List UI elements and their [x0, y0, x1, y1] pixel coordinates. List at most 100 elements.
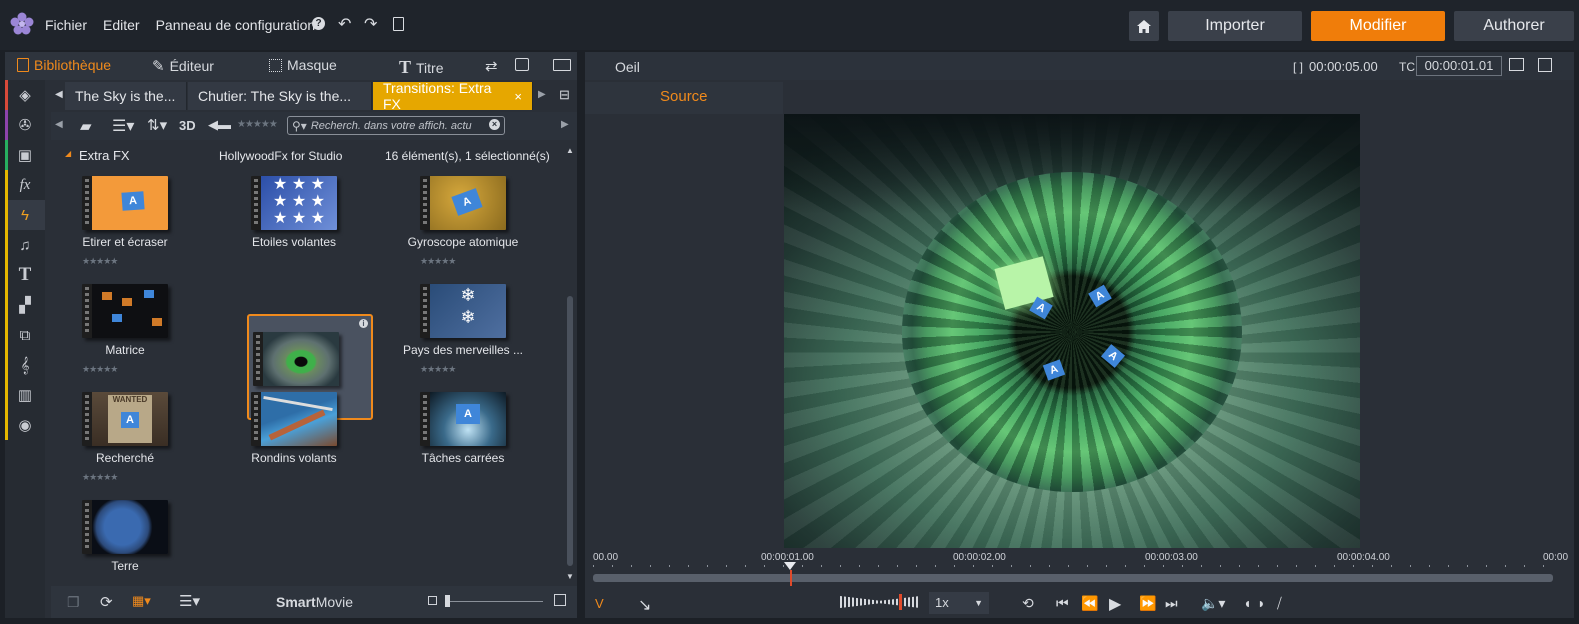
- authorer-button[interactable]: Authorer: [1454, 11, 1574, 41]
- search-input[interactable]: ⚲▾ Recherch. dans votre affich. actu ×: [287, 116, 505, 135]
- sidebar-item-music[interactable]: 𝄞: [5, 350, 45, 380]
- smartmovie-button[interactable]: SmartMovie: [276, 594, 353, 610]
- tab-transitions-extra-fx[interactable]: Transitions: Extra FX ×: [373, 80, 533, 112]
- sidebar-item-audio[interactable]: ♫: [5, 230, 45, 260]
- clear-search-icon[interactable]: ×: [489, 119, 500, 130]
- rating-stars[interactable]: ★★★★★: [420, 364, 456, 375]
- shuttle-control[interactable]: [840, 596, 920, 608]
- tab-titre[interactable]: T Titre: [399, 57, 444, 78]
- timecode-field[interactable]: 00:00:01.01: [1416, 56, 1502, 76]
- help-icon[interactable]: ?: [312, 17, 325, 30]
- list-item[interactable]: WANTED A Recherché ★★★★★: [54, 384, 180, 488]
- insert-arrow-icon[interactable]: ↘: [638, 595, 651, 615]
- speed-select[interactable]: 1x ▼: [929, 592, 989, 614]
- rating-stars[interactable]: ★★★★★: [82, 364, 118, 375]
- menu-panneau-config[interactable]: Panneau de configuration: [156, 17, 316, 33]
- source-label[interactable]: Source: [660, 88, 708, 105]
- redo-icon[interactable]: ↷: [364, 14, 377, 34]
- shuttle-marker[interactable]: [899, 594, 902, 610]
- sidebar-item-disc[interactable]: ◉: [5, 410, 45, 440]
- scrub-bar[interactable]: [593, 574, 1553, 582]
- clear-marks-icon[interactable]: ⧸: [1277, 595, 1282, 612]
- mark-in-icon[interactable]: ◖: [1243, 595, 1251, 611]
- sidebar-item-projects[interactable]: ◈: [5, 80, 45, 110]
- list-item[interactable]: A Tâches carrées: [392, 384, 518, 488]
- loop-icon[interactable]: ⟲: [1022, 595, 1034, 612]
- list-item[interactable]: ❄ ❄ Pays des merveilles ... ★★★★★: [392, 276, 523, 380]
- sidebar-item-media[interactable]: ✇: [5, 110, 45, 140]
- collapse-triangle-icon[interactable]: ◢: [65, 149, 71, 158]
- video-preview[interactable]: A A A A: [784, 114, 1360, 548]
- tab-bibliotheque[interactable]: Bibliothèque: [17, 57, 111, 73]
- pin-icon[interactable]: ⊟: [559, 87, 570, 103]
- layout-icon[interactable]: [553, 59, 571, 71]
- popout-player-icon[interactable]: [1509, 58, 1524, 71]
- sidebar-item-collections[interactable]: ▣: [5, 140, 45, 170]
- list-item[interactable]: A Gyroscope atomique ★★★★★: [392, 168, 518, 272]
- sort-icon[interactable]: ⇅▾: [147, 116, 167, 134]
- tab-chutier[interactable]: Chutier: The Sky is the...: [188, 82, 372, 110]
- list-item[interactable]: Matrice ★★★★★: [54, 276, 180, 380]
- grid-view-icon[interactable]: ▦▾: [132, 593, 151, 609]
- sidebar-item-titles[interactable]: T: [5, 260, 45, 290]
- list-item[interactable]: ★ ★ ★ ★ ★ ★ ★ ★ ★ Etoiles volantes: [223, 168, 349, 272]
- scroll-up-icon[interactable]: ▲: [566, 146, 574, 155]
- rating-stars[interactable]: ★★★★★: [82, 472, 118, 483]
- rating-filter-stars[interactable]: ★★★★★: [237, 119, 278, 130]
- folder-icon[interactable]: ▰: [80, 117, 92, 135]
- 3d-filter-button[interactable]: 3D: [179, 118, 196, 133]
- tabs-scroll-left-icon[interactable]: ◀: [55, 89, 63, 100]
- zoom-slider-handle[interactable]: [445, 595, 450, 607]
- home-button[interactable]: [1129, 11, 1159, 41]
- tick-label: 00:00:02.00: [953, 552, 1006, 563]
- go-to-start-icon[interactable]: ⏮: [1056, 595, 1069, 612]
- tab-sky-project-label: The Sky is the...: [75, 88, 176, 104]
- toolbar-scroll-right-icon[interactable]: ▶: [561, 119, 569, 130]
- refresh-icon[interactable]: ⟳: [100, 593, 113, 611]
- tab-sky-project[interactable]: The Sky is the...: [65, 82, 187, 110]
- step-forward-icon[interactable]: ⏩: [1139, 595, 1156, 612]
- menu-editer[interactable]: Editer: [103, 17, 140, 33]
- close-tab-icon[interactable]: ×: [514, 89, 522, 104]
- sidebar-item-montage[interactable]: ▞: [5, 290, 45, 320]
- detail-view-icon[interactable]: ☰▾: [179, 592, 200, 610]
- list-item[interactable]: Rondins volants: [223, 384, 349, 488]
- modifier-button[interactable]: Modifier: [1311, 11, 1445, 41]
- document-icon[interactable]: [393, 17, 404, 31]
- sidebar-item-transitions[interactable]: ϟ: [5, 200, 45, 230]
- tab-editeur[interactable]: ✎ Éditeur: [152, 57, 214, 75]
- volume-icon[interactable]: 🔈▾: [1201, 595, 1225, 612]
- fullscreen-icon[interactable]: [1538, 58, 1552, 72]
- toolbar-scroll-left-icon[interactable]: ◀: [55, 119, 63, 130]
- go-to-end-icon[interactable]: ⏭: [1165, 595, 1178, 612]
- rating-stars[interactable]: ★★★★★: [82, 256, 118, 267]
- list-item[interactable]: A Etirer et écraser ★★★★★: [54, 168, 180, 272]
- tag-icon[interactable]: ◀▬: [208, 117, 231, 133]
- tabs-scroll-right-icon[interactable]: ▶: [538, 89, 546, 100]
- grid-scrollbar[interactable]: ▲ ▼: [564, 146, 576, 586]
- popout-icon[interactable]: [515, 58, 529, 71]
- sidebar-item-overlays[interactable]: ⧉: [5, 320, 45, 350]
- info-icon[interactable]: i: [359, 319, 368, 328]
- rating-stars[interactable]: ★★★★★: [420, 256, 456, 267]
- menu-fichier[interactable]: Fichier: [45, 17, 87, 33]
- tab-masque[interactable]: Masque: [269, 57, 337, 73]
- play-icon[interactable]: ▶: [1109, 594, 1121, 614]
- duplicate-icon[interactable]: ❐: [67, 594, 80, 611]
- swap-icon[interactable]: ⇄: [485, 57, 498, 75]
- undo-icon[interactable]: ↶: [338, 14, 351, 34]
- step-back-icon[interactable]: ⏪: [1081, 595, 1098, 612]
- importer-button[interactable]: Importer: [1168, 11, 1302, 41]
- list-view-icon[interactable]: ☰▾: [112, 116, 134, 136]
- mark-out-icon[interactable]: ◗: [1257, 595, 1265, 611]
- track-label[interactable]: V: [595, 596, 604, 611]
- list-item[interactable]: Terre: [54, 492, 180, 586]
- scroll-down-icon[interactable]: ▼: [566, 572, 574, 581]
- film-reel-icon: ✇: [18, 117, 32, 134]
- sidebar-item-effects[interactable]: fx: [5, 170, 45, 200]
- scroll-thumb[interactable]: [567, 296, 573, 566]
- playhead-marker[interactable]: [784, 562, 796, 570]
- sidebar-item-sound[interactable]: ▥: [5, 380, 45, 410]
- zoom-slider[interactable]: [446, 601, 543, 602]
- timeline-ruler[interactable]: 00.00 00:00:01.00 00:00:02.00 00:00:03.0…: [585, 548, 1574, 588]
